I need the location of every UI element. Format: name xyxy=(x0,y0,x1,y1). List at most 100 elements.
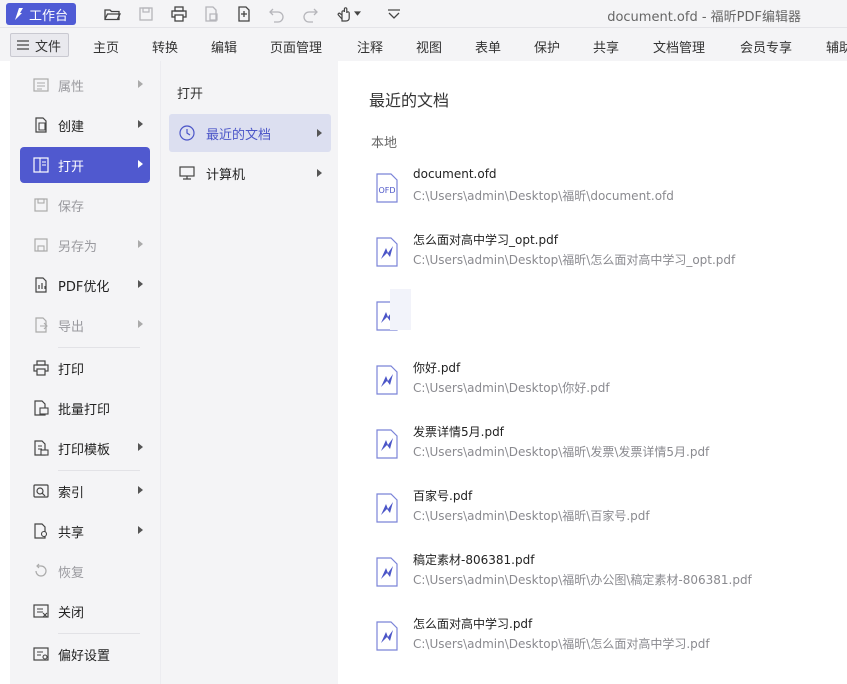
submenu-item-label: 最近的文档 xyxy=(206,127,272,143)
file-menu-panel: 属性 创建 打开 保存 另存为 PDF优化 导出 打印 批量打印 打印模板 索引… xyxy=(10,61,160,684)
doc-name: 怎么面对高中学习.pdf xyxy=(413,617,533,631)
chevron-right-icon xyxy=(138,486,143,494)
redo-button[interactable] xyxy=(299,4,321,24)
menu-item-label: 批量打印 xyxy=(58,402,111,418)
doc-path: C:\Users\admin\Desktop\福昕\发票\发票详情5月.pdf xyxy=(413,445,710,459)
tab-page-management[interactable]: 页面管理 xyxy=(270,37,322,56)
tab-member-exclusive[interactable]: 会员专享 xyxy=(740,37,792,56)
tab-home[interactable]: 主页 xyxy=(93,37,119,56)
scan-quick-button[interactable] xyxy=(200,4,222,24)
doc-name: 怎么面对高中学习_opt.pdf xyxy=(413,233,558,247)
menu-item-label: 导出 xyxy=(58,319,85,335)
recent-doc-row[interactable]: OFD document.ofd C:\Users\admin\Desktop\… xyxy=(372,167,842,219)
chevron-down-icon xyxy=(388,9,400,19)
menu-item-save-as[interactable]: 另存为 xyxy=(20,227,150,263)
menu-item-close[interactable]: 关闭 xyxy=(20,593,150,629)
print-quick-button[interactable] xyxy=(168,4,190,24)
submenu-item-recent-documents[interactable]: 最近的文档 xyxy=(169,114,331,152)
tab-convert[interactable]: 转换 xyxy=(152,37,178,56)
create-icon xyxy=(35,117,47,133)
clock-icon xyxy=(179,125,195,141)
recent-doc-row[interactable]: 怎么面对高中学习_opt.pdf C:\Users\admin\Desktop\… xyxy=(372,231,842,283)
tab-comment[interactable]: 注释 xyxy=(357,37,383,56)
file-menu-button[interactable]: 文件 xyxy=(10,33,69,57)
menu-item-save[interactable]: 保存 xyxy=(20,187,150,223)
recent-doc-row[interactable]: 稿定素材-806381.pdf C:\Users\admin\Desktop\福… xyxy=(372,551,842,603)
tab-accessibility[interactable]: 辅助 xyxy=(826,37,847,56)
menu-item-label: 属性 xyxy=(58,79,85,95)
doc-name: document.ofd xyxy=(413,167,497,181)
menu-item-label: 打印模板 xyxy=(58,442,111,458)
doc-path: C:\Users\admin\Desktop\福昕\怎么面对高中学习.pdf xyxy=(413,637,710,651)
local-section-label: 本地 xyxy=(371,136,398,151)
recent-doc-row[interactable]: 百家号.pdf C:\Users\admin\Desktop\福昕\百家号.pd… xyxy=(372,487,842,539)
chevron-right-icon xyxy=(317,129,322,137)
tab-view[interactable]: 视图 xyxy=(416,37,442,56)
doc-name: 百家号.pdf xyxy=(413,489,473,503)
share-icon xyxy=(34,523,48,539)
svg-text:OFD: OFD xyxy=(378,186,395,195)
menu-item-label: 关闭 xyxy=(58,605,85,621)
menu-item-print[interactable]: 打印 xyxy=(20,350,150,386)
doc-path: C:\Users\admin\Desktop\福昕\百家号.pdf xyxy=(413,509,650,523)
customize-toolbar-button[interactable] xyxy=(383,4,405,24)
recent-doc-row[interactable]: 发票详情5月.pdf C:\Users\admin\Desktop\福昕\发票\… xyxy=(372,423,842,475)
menu-item-share[interactable]: 共享 xyxy=(20,513,150,549)
chevron-right-icon xyxy=(138,280,143,288)
save-quick-button[interactable] xyxy=(135,4,157,24)
doc-name: 你好.pdf xyxy=(413,361,461,375)
chevron-right-icon xyxy=(317,169,322,177)
doc-path: C:\Users\admin\Desktop\你好.pdf xyxy=(413,381,610,395)
restore-icon xyxy=(35,563,47,577)
tab-share[interactable]: 共享 xyxy=(593,37,619,56)
submenu-item-computer[interactable]: 计算机 xyxy=(169,154,331,192)
menu-item-label: 偏好设置 xyxy=(58,648,111,664)
menu-item-export[interactable]: 导出 xyxy=(20,307,150,343)
recent-doc-row[interactable]: 怎么面对高中学习.pdf C:\Users\admin\Desktop\福昕\怎… xyxy=(372,615,842,667)
submenu-item-label: 计算机 xyxy=(206,167,246,183)
save-disk-icon xyxy=(139,7,153,21)
menu-item-properties[interactable]: 属性 xyxy=(20,67,150,103)
menu-item-create[interactable]: 创建 xyxy=(20,107,150,143)
undo-icon xyxy=(269,8,284,23)
chevron-right-icon xyxy=(138,120,143,128)
recent-doc-row[interactable]: 你好.pdf C:\Users\admin\Desktop\你好.pdf xyxy=(372,359,842,411)
tab-form[interactable]: 表单 xyxy=(475,37,501,56)
menu-item-label: 索引 xyxy=(58,485,85,501)
pdf-file-icon xyxy=(376,365,398,395)
doc-name: 发票详情5月.pdf xyxy=(413,425,504,439)
export-icon xyxy=(35,317,48,333)
menu-item-print-template[interactable]: 打印模板 xyxy=(20,430,150,466)
menu-item-index[interactable]: 索引 xyxy=(20,473,150,509)
recent-documents-panel: 最近的文档 本地 OFD document.ofd C:\Users\admin… xyxy=(338,61,847,684)
tab-document-management[interactable]: 文档管理 xyxy=(653,37,705,56)
recent-doc-row[interactable] xyxy=(372,295,842,347)
chevron-right-icon xyxy=(138,240,143,248)
chevron-right-icon xyxy=(138,320,143,328)
batch-print-icon xyxy=(34,400,49,416)
menu-bar: 文件 主页 转换 编辑 页面管理 注释 视图 表单 保护 共享 文档管理 会员专… xyxy=(0,28,847,61)
menu-item-restore[interactable]: 恢复 xyxy=(20,553,150,589)
open-icon xyxy=(33,157,49,173)
menu-item-label: 打开 xyxy=(58,159,85,175)
hand-tool-dropdown[interactable] xyxy=(333,4,363,24)
chevron-right-icon xyxy=(138,526,143,534)
tab-edit[interactable]: 编辑 xyxy=(211,37,237,56)
workbench-button[interactable]: 工作台 xyxy=(6,3,76,25)
menu-item-batch-print[interactable]: 批量打印 xyxy=(20,390,150,426)
menu-item-preferences[interactable]: 偏好设置 xyxy=(20,636,150,672)
menu-item-label: 创建 xyxy=(58,119,85,135)
printer-icon xyxy=(171,6,187,22)
menu-item-label: 恢复 xyxy=(58,565,85,581)
menu-item-pdf-optimize[interactable]: PDF优化 xyxy=(20,267,150,303)
menu-item-label: 另存为 xyxy=(58,239,98,255)
new-document-button[interactable] xyxy=(233,4,255,24)
close-doc-icon xyxy=(33,604,49,618)
hamburger-icon xyxy=(17,40,29,50)
tab-protect[interactable]: 保护 xyxy=(534,37,560,56)
menu-item-label: PDF优化 xyxy=(58,279,110,295)
scan-document-icon xyxy=(205,6,218,22)
menu-item-open[interactable]: 打开 xyxy=(20,147,150,183)
open-folder-button[interactable] xyxy=(101,4,123,24)
undo-button[interactable] xyxy=(266,4,288,24)
